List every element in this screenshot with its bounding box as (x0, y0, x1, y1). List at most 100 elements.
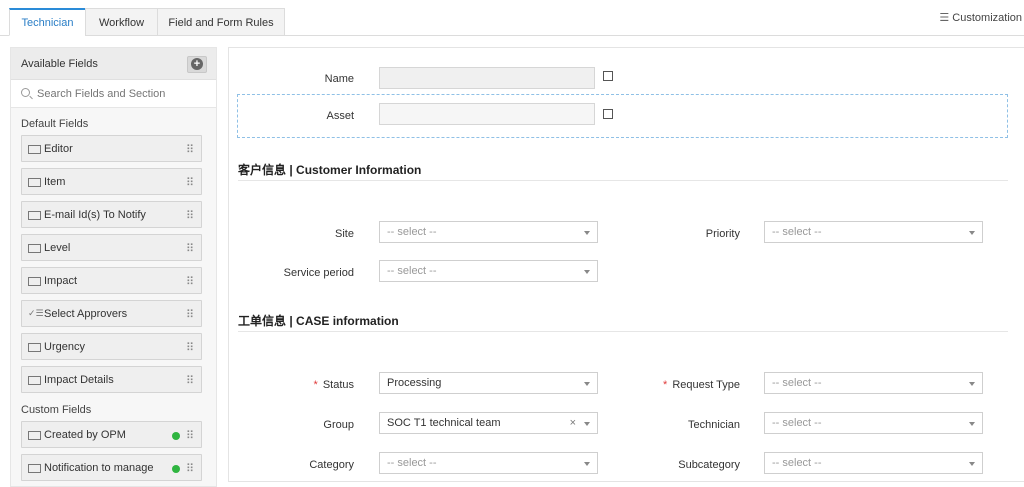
active-status-dot (172, 432, 180, 440)
search-icon (21, 88, 30, 97)
field-editor[interactable]: Editor ⠿ (21, 135, 202, 162)
available-fields-header: Available Fields + (11, 48, 216, 80)
priority-label: Priority (705, 228, 740, 240)
chevron-down-icon (584, 422, 590, 426)
drag-handle-icon[interactable]: ⠿ (186, 429, 194, 442)
field-level[interactable]: Level ⠿ (21, 234, 202, 261)
drag-handle-icon[interactable]: ⠿ (186, 209, 194, 222)
field-notification-to-manage[interactable]: Notification to manage ⠿ (21, 454, 202, 481)
field-impact[interactable]: Impact ⠿ (21, 267, 202, 294)
group-select[interactable]: SOC T1 technical team × (379, 412, 598, 434)
service-period-label: Service period (283, 267, 354, 279)
textbox-icon (28, 211, 41, 220)
field-label: Notification to manage (44, 462, 154, 474)
drag-handle-icon[interactable]: ⠿ (186, 308, 194, 321)
field-label: Select Approvers (44, 308, 128, 320)
active-status-dot (172, 465, 180, 473)
field-email-ids-to-notify[interactable]: E-mail Id(s) To Notify ⠿ (21, 201, 202, 228)
dropdown-icon (28, 431, 41, 440)
drag-handle-icon[interactable]: ⠿ (186, 462, 194, 475)
drag-handle-icon[interactable]: ⠿ (186, 374, 194, 387)
drag-handle-icon[interactable]: ⠿ (186, 341, 194, 354)
plus-icon: + (191, 58, 203, 70)
field-label: Item (44, 176, 66, 188)
select-value: -- select -- (772, 226, 822, 238)
tab-technician[interactable]: Technician (9, 8, 86, 36)
default-fields-heading: Default Fields (21, 118, 89, 130)
dropdown-icon (28, 343, 41, 352)
textbox-icon (28, 145, 41, 154)
status-label: * Status (274, 379, 354, 391)
available-fields-panel: Available Fields + Default Fields Editor… (10, 47, 217, 487)
name-label: Name (324, 73, 354, 85)
request-type-select[interactable]: -- select -- (764, 372, 983, 394)
contact-icon[interactable] (603, 71, 613, 81)
select-value: -- select -- (772, 457, 822, 469)
asset-field[interactable] (379, 103, 595, 125)
chevron-down-icon (969, 422, 975, 426)
top-tab-bar: Technician Workflow Field and Form Rules… (0, 0, 1024, 36)
field-select-approvers[interactable]: ✓☰ Select Approvers ⠿ (21, 300, 202, 327)
field-label: Impact (44, 275, 78, 287)
service-period-select[interactable]: -- select -- (379, 260, 598, 282)
field-label: Created by OPM (44, 429, 126, 441)
required-marker: * (663, 379, 668, 391)
asset-label: Asset (326, 110, 354, 122)
technician-label: Technician (688, 419, 740, 431)
sliders-icon: ☰ (939, 12, 950, 24)
drag-handle-icon[interactable]: ⠿ (186, 275, 194, 288)
drag-handle-icon[interactable]: ⠿ (186, 242, 194, 255)
chevron-down-icon (584, 270, 590, 274)
request-type-label: * Request Type (639, 379, 740, 391)
field-label: Editor (44, 143, 73, 155)
select-value: Processing (387, 377, 442, 389)
subcategory-label: Subcategory (678, 459, 740, 471)
customization-label: Customization (952, 12, 1022, 24)
field-search-input[interactable] (37, 85, 207, 103)
field-impact-details[interactable]: Impact Details ⠿ (21, 366, 202, 393)
chevron-down-icon (969, 231, 975, 235)
tab-field-and-form-rules[interactable]: Field and Form Rules (157, 8, 285, 36)
select-value: SOC T1 technical team (387, 417, 501, 429)
tab-workflow[interactable]: Workflow (85, 8, 158, 36)
clear-icon[interactable]: × (570, 413, 576, 433)
name-field[interactable] (379, 67, 595, 89)
field-search (11, 80, 216, 108)
technician-select[interactable]: -- select -- (764, 412, 983, 434)
select-value: -- select -- (772, 377, 822, 389)
checklist-icon: ✓☰ (28, 308, 44, 318)
group-label: Group (323, 419, 354, 431)
field-label: Impact Details (44, 374, 114, 386)
available-fields-title: Available Fields (21, 58, 98, 70)
field-label: Level (44, 242, 71, 254)
field-created-by-opm[interactable]: Created by OPM ⠿ (21, 421, 202, 448)
dropdown-icon (28, 178, 41, 187)
category-select[interactable]: -- select -- (379, 452, 598, 474)
status-label-text: Status (322, 379, 354, 391)
dropdown-icon (28, 464, 41, 473)
category-label: Category (309, 459, 354, 471)
asset-icon[interactable] (603, 109, 613, 119)
chevron-down-icon (969, 382, 975, 386)
add-field-button[interactable]: + (187, 56, 207, 73)
status-select[interactable]: Processing (379, 372, 598, 394)
subcategory-select[interactable]: -- select -- (764, 452, 983, 474)
dropdown-icon (28, 277, 41, 286)
drag-handle-icon[interactable]: ⠿ (186, 176, 194, 189)
section-divider (238, 180, 1008, 181)
chevron-down-icon (584, 231, 590, 235)
field-urgency[interactable]: Urgency ⠿ (21, 333, 202, 360)
drag-handle-icon[interactable]: ⠿ (186, 143, 194, 156)
select-value: -- select -- (772, 417, 822, 429)
field-item[interactable]: Item ⠿ (21, 168, 202, 195)
customization-button[interactable]: ☰ Customization (939, 11, 1022, 24)
dropdown-icon (28, 244, 41, 253)
required-marker: * (313, 379, 318, 391)
case-info-section-title: 工单信息 | CASE information (238, 314, 399, 328)
field-label: Urgency (44, 341, 85, 353)
site-select[interactable]: -- select -- (379, 221, 598, 243)
chevron-down-icon (584, 462, 590, 466)
field-label: E-mail Id(s) To Notify (44, 209, 146, 221)
priority-select[interactable]: -- select -- (764, 221, 983, 243)
chevron-down-icon (584, 382, 590, 386)
